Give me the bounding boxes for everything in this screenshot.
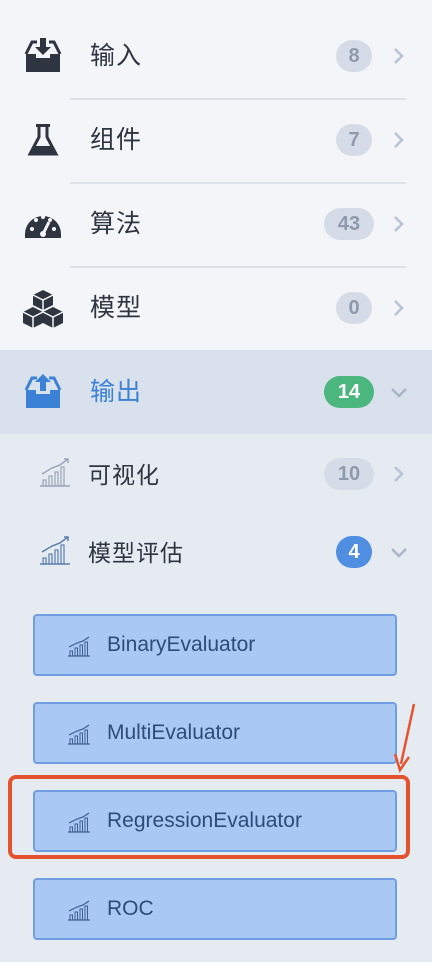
menu-item-label: 输出	[90, 378, 143, 406]
bar-chart-icon	[68, 900, 90, 921]
chevron-right-icon	[394, 48, 404, 64]
count-badge: 8	[336, 40, 372, 72]
count-badge: 0	[336, 292, 372, 324]
chevron-right-icon	[394, 300, 404, 316]
chevron-right-icon	[394, 216, 404, 232]
submenu-item-label: 模型评估	[88, 540, 184, 566]
inbox-upload-icon	[24, 374, 62, 408]
menu-item-model[interactable]: 模型 0	[0, 266, 432, 350]
flask-icon	[27, 124, 59, 156]
menu-item-input[interactable]: 输入 8	[0, 14, 432, 98]
menu-item-output[interactable]: 输出 14	[0, 350, 432, 434]
menu-item-label: 输入	[90, 42, 143, 70]
chevron-right-icon	[394, 466, 404, 482]
menu-item-label: 模型	[90, 294, 143, 322]
node-label: ROC	[107, 897, 154, 920]
chevron-down-icon	[391, 388, 407, 398]
menu-item-component[interactable]: 组件 7	[0, 98, 432, 182]
annotation-arrow-icon	[393, 703, 416, 773]
count-badge: 10	[324, 458, 374, 490]
submenu-item-model-evaluation[interactable]: 模型评估 4	[0, 514, 432, 592]
menu-item-algorithm[interactable]: 算法 43	[0, 182, 432, 266]
bar-chart-icon	[40, 536, 70, 565]
bar-chart-icon	[68, 636, 90, 657]
count-badge: 14	[324, 376, 374, 408]
inbox-download-icon	[24, 38, 62, 72]
bar-chart-icon	[68, 724, 90, 745]
count-badge: 43	[324, 208, 374, 240]
node-label: MultiEvaluator	[107, 721, 241, 744]
highlight-box	[8, 775, 410, 859]
dashboard-gauge-icon	[25, 215, 61, 238]
node-label: BinaryEvaluator	[107, 633, 256, 656]
node-multi-evaluator[interactable]: MultiEvaluator	[33, 702, 397, 764]
count-badge: 4	[336, 536, 372, 568]
chevron-down-icon	[391, 548, 407, 558]
bar-chart-icon	[40, 458, 70, 487]
menu-item-label: 组件	[90, 126, 143, 154]
chevron-right-icon	[394, 132, 404, 148]
count-badge: 7	[336, 124, 372, 156]
node-binary-evaluator[interactable]: BinaryEvaluator	[33, 614, 397, 676]
cubes-icon	[22, 290, 64, 328]
node-roc[interactable]: ROC	[33, 878, 397, 940]
submenu-item-visualization[interactable]: 可视化 10	[0, 436, 432, 514]
submenu-item-label: 可视化	[88, 462, 160, 488]
menu-item-label: 算法	[90, 210, 143, 238]
